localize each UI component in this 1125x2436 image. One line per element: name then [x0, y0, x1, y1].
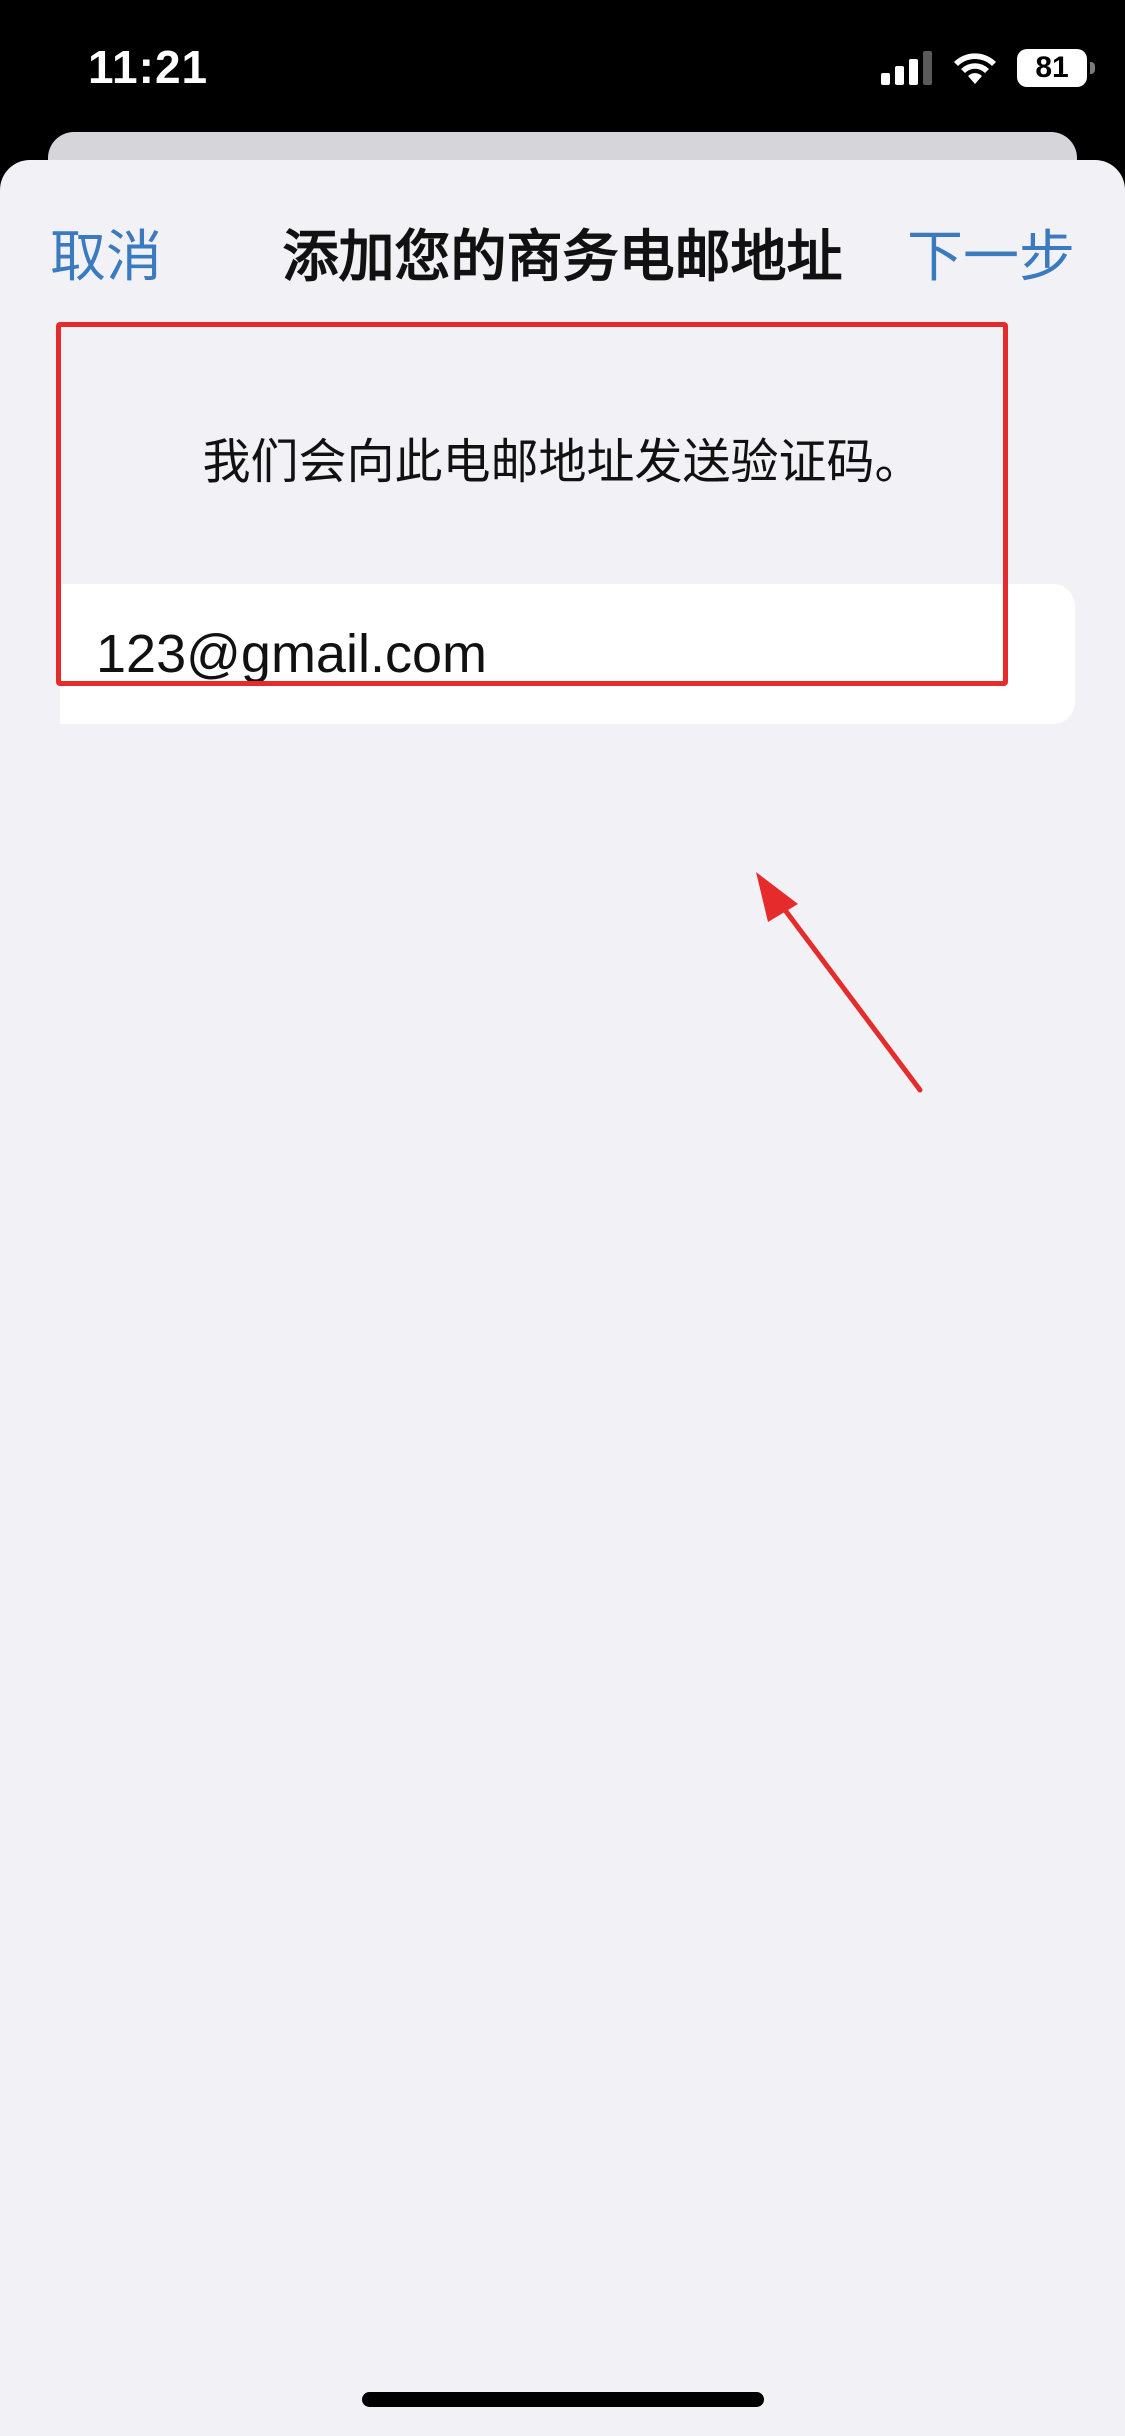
status-time: 11:21	[88, 41, 209, 93]
status-bar: 11:21 81	[0, 0, 1125, 130]
annotation-arrow-icon	[756, 872, 923, 1093]
phone-screen: 11:21 81 取消 添加您的商务电邮地址 下一步 我们会向此电邮地址发送验证…	[0, 0, 1125, 2436]
wifi-icon	[954, 53, 996, 84]
battery-tip	[1090, 62, 1095, 74]
battery-icon: 81	[1017, 49, 1095, 87]
navigation-bar: 取消 添加您的商务电邮地址 下一步	[0, 200, 1125, 290]
battery-level: 81	[1035, 51, 1069, 84]
cellular-signal-icon	[881, 51, 932, 85]
annotation-highlight-box	[56, 322, 1008, 686]
status-icons: 81	[881, 46, 1095, 90]
next-button[interactable]: 下一步	[907, 212, 1075, 293]
home-indicator[interactable]	[362, 2392, 764, 2407]
